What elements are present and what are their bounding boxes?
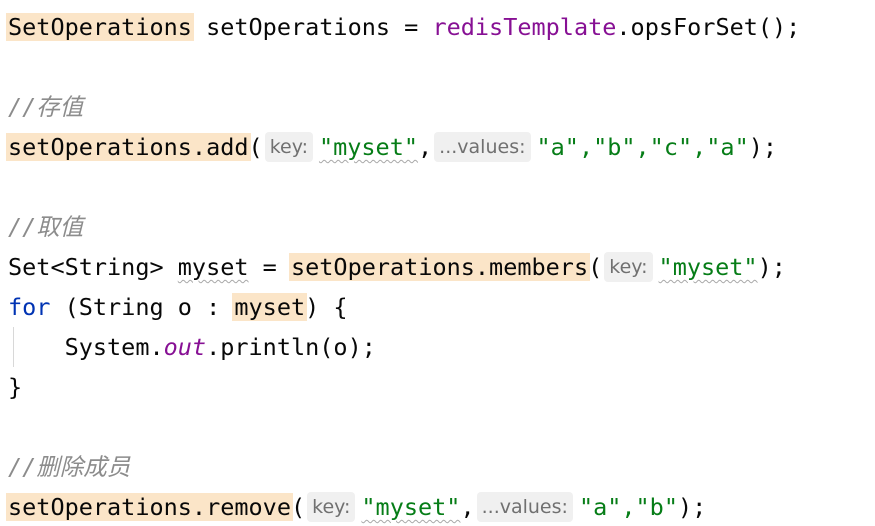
comment-store-value: //存值 — [8, 93, 84, 121]
code-editor[interactable]: SetOperations setOperations = redisTempl… — [0, 0, 875, 526]
param-hint-values: ...values: — [434, 132, 531, 162]
param-hint-key: key: — [264, 132, 313, 162]
declaration-text: setOperations = — [191, 13, 433, 41]
string-myset: "myset" — [318, 133, 419, 161]
string-values: "a","b" — [578, 493, 678, 521]
comment-get-value: //取值 — [8, 213, 84, 241]
set-declaration: Set<String> — [8, 253, 178, 281]
for-head: (String o : — [50, 293, 235, 321]
code-line-println[interactable]: System.out.println(o); — [8, 327, 376, 367]
open-paren: ( — [290, 493, 306, 521]
code-line-members[interactable]: Set<String> myset = setOperations.member… — [8, 247, 786, 287]
code-line-add[interactable]: setOperations.add(key: "myset", ...values:… — [6, 127, 778, 167]
code-line-1[interactable]: SetOperations setOperations = redisTempl… — [6, 7, 801, 47]
close-paren: ); — [757, 253, 786, 281]
variable-myset[interactable]: myset — [178, 253, 249, 281]
method-add[interactable]: setOperations.add — [6, 133, 251, 161]
string-myset: "myset" — [658, 253, 758, 281]
println-call: .println(o); — [206, 333, 376, 361]
static-field-out[interactable]: out — [164, 333, 206, 361]
ops-for-set-call: .opsForSet(); — [616, 13, 801, 41]
close-paren: ); — [748, 133, 778, 161]
open-paren: ( — [248, 133, 263, 161]
assign: = — [248, 253, 291, 281]
comment-remove-member: //删除成员 — [8, 453, 131, 481]
system-class: System. — [64, 333, 164, 361]
code-line-remove[interactable]: setOperations.remove(key: "myset", ...valu… — [6, 487, 707, 526]
code-line-for[interactable]: for (String o : myset) { — [8, 287, 348, 327]
variable-myset-usage[interactable]: myset — [232, 293, 308, 321]
open-paren: ( — [588, 253, 603, 281]
comma: , — [418, 133, 433, 161]
keyword-for: for — [8, 293, 51, 321]
close-paren: ); — [677, 493, 707, 521]
string-myset: "myset" — [361, 493, 461, 521]
method-remove[interactable]: setOperations.remove — [6, 493, 293, 521]
string-values: "a","b","c","a" — [536, 133, 749, 161]
param-hint-key: key: — [604, 252, 653, 282]
field-redistemplate[interactable]: redisTemplate — [432, 13, 616, 41]
code-line-close-brace: } — [8, 373, 23, 401]
comma: , — [460, 493, 475, 521]
param-hint-values: ...values: — [476, 492, 573, 522]
param-hint-key: key: — [307, 492, 356, 522]
method-members[interactable]: setOperations.members — [288, 253, 591, 281]
for-tail: ) { — [305, 293, 348, 321]
type-setoperations[interactable]: SetOperations — [6, 13, 194, 41]
